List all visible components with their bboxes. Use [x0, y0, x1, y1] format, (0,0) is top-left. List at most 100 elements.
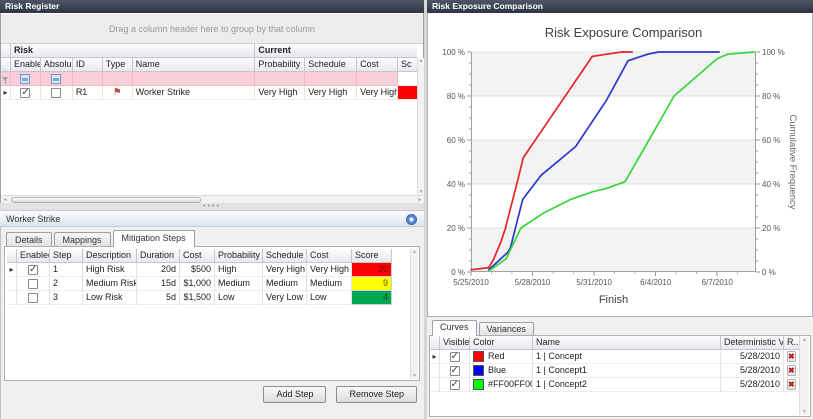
col-schedule[interactable]: Schedule [263, 249, 307, 263]
filter-row[interactable] [1, 72, 417, 86]
col-cost[interactable]: Cost [357, 58, 398, 72]
enabled-checkbox[interactable] [28, 279, 38, 289]
scroll-down-icon[interactable]: ▼ [801, 409, 809, 415]
cell-step: 2 [50, 277, 83, 291]
cell-cost: $1,500 [180, 291, 215, 305]
col-schedule[interactable]: Schedule [305, 58, 357, 72]
table-row[interactable]: ▸ R1 ⚑ Worker Strike Very High Very High… [1, 86, 417, 100]
filter-checkbox-icon[interactable] [51, 74, 61, 84]
cell-id: R1 [73, 86, 103, 100]
cell-name: 1 | Concept [533, 350, 721, 364]
cell-score: 20 [352, 263, 392, 277]
delete-curve-icon[interactable]: ✖ [787, 379, 796, 390]
absolute-checkbox[interactable] [51, 88, 61, 98]
enabled-checkbox[interactable] [28, 293, 38, 303]
column-header-row: Enabled Absolu... ID Type Name Probabili… [1, 58, 417, 72]
filter-checkbox-icon[interactable] [20, 74, 30, 84]
col-score[interactable]: Score [352, 249, 392, 263]
tab-mitigation-steps[interactable]: Mitigation Steps [113, 230, 195, 247]
col-name[interactable]: Name [533, 336, 721, 350]
tab-curves[interactable]: Curves [432, 320, 477, 336]
col-enabled[interactable]: Enabled [17, 249, 50, 263]
scroll-down-icon[interactable]: ▼ [411, 373, 419, 379]
table-row[interactable]: #FF00FF00 1 | Concept2 5/28/2010 ✖ [430, 378, 800, 392]
col-name[interactable]: Name [133, 58, 256, 72]
svg-text:0 %: 0 % [762, 268, 776, 277]
scroll-up-icon[interactable]: ▲ [411, 249, 419, 255]
scroll-right-icon[interactable]: ► [416, 197, 424, 203]
scroll-left-icon[interactable]: ◄ [1, 197, 9, 203]
filter-cell[interactable] [398, 72, 417, 86]
col-deterministic-value[interactable]: Deterministic Value [721, 336, 784, 350]
svg-text:5/28/2010: 5/28/2010 [515, 278, 551, 287]
col-type[interactable]: Type [103, 58, 133, 72]
group-header-current[interactable]: Current [255, 44, 417, 58]
horizontal-scrollbar[interactable]: ◄ ► [1, 195, 424, 203]
cell-description: Medium Risk [83, 277, 137, 291]
cell-cost2: Low [307, 291, 352, 305]
enabled-checkbox[interactable] [28, 265, 38, 275]
svg-text:40 %: 40 % [447, 180, 465, 189]
vertical-scrollbar[interactable]: ▲ ▼ [410, 249, 418, 379]
filter-cell[interactable] [357, 72, 398, 86]
cell-cost: Very High [357, 86, 398, 100]
scroll-up-icon[interactable]: ▲ [801, 337, 809, 343]
col-visible[interactable]: Visible [440, 336, 470, 350]
col-score[interactable]: Sc [398, 58, 417, 72]
group-by-drop-zone[interactable]: Drag a column header here to group by th… [1, 14, 423, 44]
tab-variances[interactable]: Variances [479, 322, 534, 336]
table-row[interactable]: 3 Low Risk 5d $1,500 Low Very Low Low 4 [7, 291, 392, 305]
filter-cell[interactable] [305, 72, 357, 86]
visible-checkbox[interactable] [450, 366, 460, 376]
remove-step-button[interactable]: Remove Step [336, 386, 417, 403]
tab-mappings[interactable]: Mappings [54, 232, 111, 247]
col-probability[interactable]: Probability [215, 249, 263, 263]
scroll-up-icon[interactable]: ▲ [417, 58, 425, 64]
panel-splitter[interactable]: •••• [0, 203, 424, 210]
table-row[interactable]: ▸ Red 1 | Concept 5/28/2010 ✖ [430, 350, 800, 364]
col-remove[interactable]: R... [784, 336, 800, 350]
vertical-scrollbar[interactable]: ▲ ▼ [417, 58, 424, 195]
filter-cell[interactable] [133, 72, 256, 86]
cell-schedule: Very High [263, 263, 307, 277]
cell-description: High Risk [83, 263, 137, 277]
tab-details[interactable]: Details [6, 232, 52, 247]
svg-text:80 %: 80 % [447, 92, 465, 101]
vertical-scrollbar[interactable]: ▲ ▼ [799, 337, 809, 415]
col-cost[interactable]: Cost [180, 249, 215, 263]
color-label: Blue [488, 364, 506, 377]
filter-cell[interactable] [255, 72, 305, 86]
filter-cell[interactable] [103, 72, 133, 86]
visible-checkbox[interactable] [450, 380, 460, 390]
collapse-pin-icon[interactable] [406, 214, 417, 225]
cell-cost2: Very High [307, 263, 352, 277]
curves-table: Visible Color Name Deterministic Value R… [430, 336, 800, 392]
delete-curve-icon[interactable]: ✖ [787, 351, 796, 362]
visible-checkbox[interactable] [450, 352, 460, 362]
enabled-checkbox[interactable] [20, 88, 30, 98]
row-indicator-icon: ▸ [432, 350, 436, 363]
col-description[interactable]: Description [83, 249, 137, 263]
scrollbar-thumb[interactable] [11, 197, 201, 203]
filter-cell[interactable] [73, 72, 103, 86]
cell-score: 4 [352, 291, 392, 305]
col-duration[interactable]: Duration [137, 249, 180, 263]
svg-text:20 %: 20 % [447, 224, 465, 233]
col-step[interactable]: Step [50, 249, 83, 263]
col-enabled[interactable]: Enabled [11, 58, 41, 72]
col-absolute[interactable]: Absolu... [41, 58, 73, 72]
table-row[interactable]: 2 Medium Risk 15d $1,000 Medium Medium M… [7, 277, 392, 291]
color-label: #FF00FF00 [488, 378, 533, 391]
table-row[interactable]: ▸ 1 High Risk 20d $500 High Very High Ve… [7, 263, 392, 277]
add-step-button[interactable]: Add Step [263, 386, 326, 403]
svg-text:Cumulative Frequency: Cumulative Frequency [787, 114, 798, 209]
cell-probability: Very High [255, 86, 305, 100]
table-row[interactable]: Blue 1 | Concept1 5/28/2010 ✖ [430, 364, 800, 378]
group-header-risk[interactable]: Risk [11, 44, 255, 58]
delete-curve-icon[interactable]: ✖ [787, 365, 796, 376]
col-color[interactable]: Color [470, 336, 533, 350]
col-probability[interactable]: Probability [255, 58, 305, 72]
risk-register-panel: Risk Register Drag a column header here … [0, 0, 424, 419]
col-id[interactable]: ID [73, 58, 103, 72]
col-cost2[interactable]: Cost [307, 249, 352, 263]
